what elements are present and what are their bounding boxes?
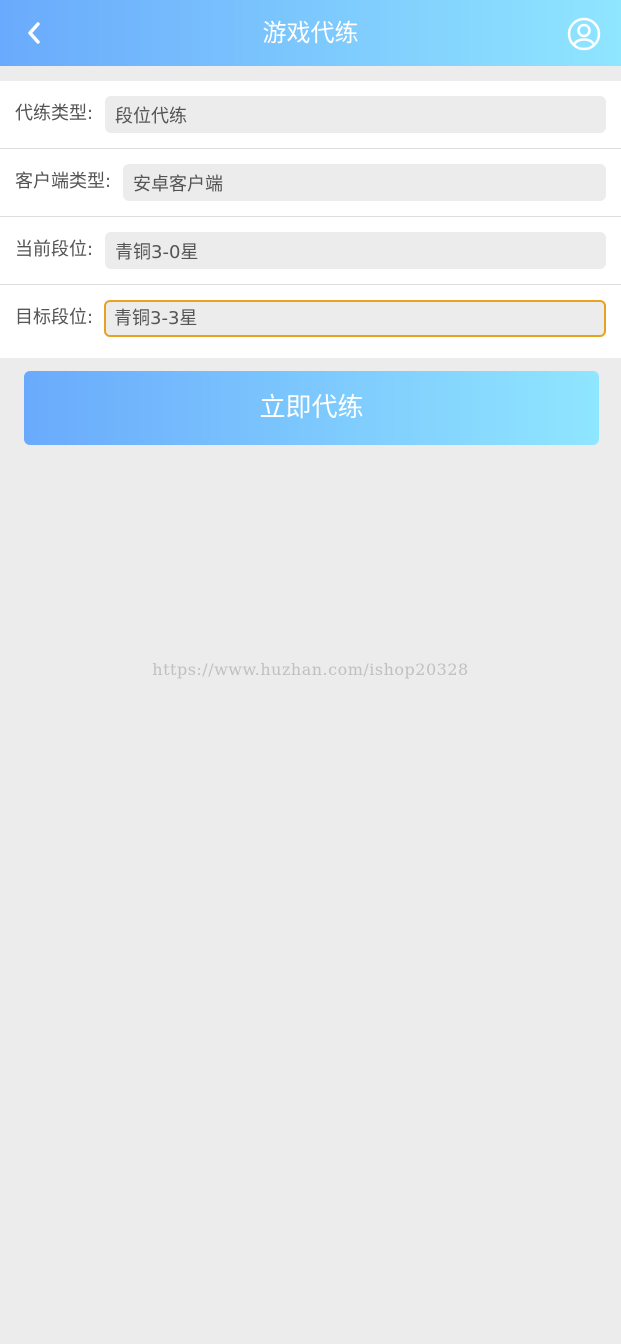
current-rank-field[interactable]: 青铜3-0星 (105, 232, 606, 269)
form-row-boost-type: 代练类型: 段位代练 (0, 81, 621, 149)
boost-type-field[interactable]: 段位代练 (105, 96, 606, 133)
submit-button[interactable]: 立即代练 (24, 371, 599, 445)
client-type-field[interactable]: 安卓客户端 (123, 164, 606, 201)
form-row-client-type: 客户端类型: 安卓客户端 (0, 149, 621, 217)
target-rank-field[interactable]: 青铜3-3星 (104, 300, 606, 337)
current-rank-label: 当前段位: (15, 239, 94, 260)
target-rank-label: 目标段位: (15, 307, 94, 328)
form-row-target-rank: 目标段位: 青铜3-3星 (0, 285, 621, 358)
page-title: 游戏代练 (262, 19, 359, 47)
order-form: 代练类型: 段位代练 客户端类型: 安卓客户端 当前段位: 青铜3-0星 目标段… (0, 81, 621, 358)
user-profile-button[interactable] (567, 17, 601, 51)
app-header: 游戏代练 (0, 0, 621, 66)
form-row-current-rank: 当前段位: 青铜3-0星 (0, 217, 621, 285)
user-circle-icon (567, 17, 601, 51)
boost-type-label: 代练类型: (15, 103, 94, 124)
watermark-text: https://www.huzhan.com/ishop20328 (152, 660, 469, 679)
client-type-label: 客户端类型: (15, 171, 112, 192)
